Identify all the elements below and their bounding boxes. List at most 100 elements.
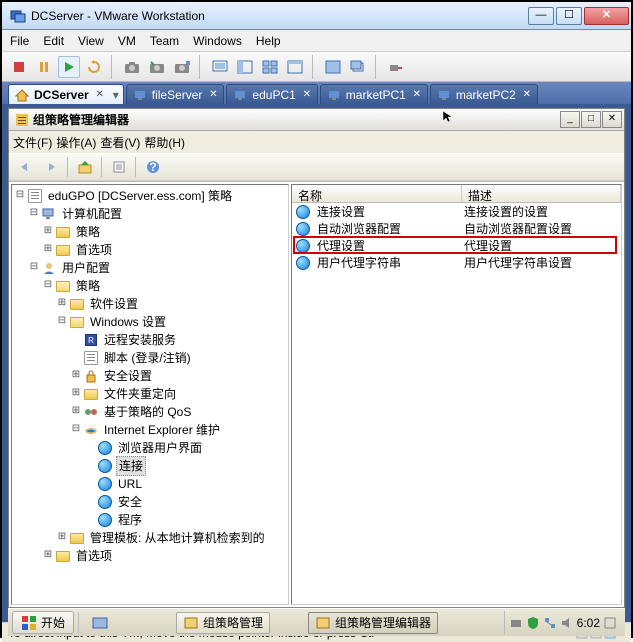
snapshot-mgr-icon[interactable]: [171, 56, 193, 78]
mmc-maximize-button[interactable]: □: [581, 111, 601, 128]
tab-marketpc2[interactable]: marketPC2 ✕: [430, 84, 538, 104]
tab-close-icon[interactable]: ✕: [301, 89, 313, 101]
vm-icon: [437, 88, 451, 102]
menu-file[interactable]: File: [10, 34, 29, 48]
forward-icon[interactable]: [39, 156, 63, 178]
vmware-titlebar: DCServer - VMware Workstation — ☐ ✕: [2, 2, 631, 30]
play-icon[interactable]: [58, 56, 80, 78]
tree-item[interactable]: R远程安装服务: [14, 331, 288, 349]
tree-item[interactable]: 浏览器用户界面: [14, 439, 288, 457]
gpo-title: 组策略管理编辑器: [33, 111, 559, 128]
mmc-minimize-button[interactable]: _: [560, 111, 580, 128]
mmc-close-button[interactable]: ✕: [602, 111, 622, 128]
tree-item[interactable]: 安全: [14, 493, 288, 511]
tree-computer-cfg[interactable]: ⊟计算机配置: [14, 205, 288, 223]
volume-icon[interactable]: [560, 616, 574, 630]
up-level-icon[interactable]: [73, 156, 97, 178]
tree-item[interactable]: ⊞管理模板: 从本地计算机检索到的: [14, 529, 288, 547]
mmc-menu-action[interactable]: 操作(A): [56, 134, 96, 151]
tree-connection[interactable]: 连接: [14, 457, 288, 475]
tab-close-icon[interactable]: ✕: [411, 89, 423, 101]
thumbnail-icon[interactable]: [259, 56, 281, 78]
vmware-toolbar: [2, 52, 631, 82]
vmware-title: DCServer - VMware Workstation: [31, 9, 528, 23]
vm-viewport[interactable]: 组策略管理编辑器 _ □ ✕ 文件(F) 操作(A) 查看(V) 帮助(H) ?: [2, 104, 631, 622]
tree-item[interactable]: ⊞文件夹重定向: [14, 385, 288, 403]
snapshot-icon[interactable]: [121, 56, 143, 78]
mmc-menubar: 文件(F) 操作(A) 查看(V) 帮助(H): [9, 131, 624, 153]
close-button[interactable]: ✕: [584, 7, 629, 25]
task-gpeditor[interactable]: 组策略管理编辑器: [308, 612, 438, 634]
list-header: 名称 描述: [292, 185, 621, 203]
sidebar-icon[interactable]: [234, 56, 256, 78]
quickswitch-icon[interactable]: [284, 56, 306, 78]
list-item[interactable]: 代理设置代理设置: [292, 237, 621, 254]
maximize-button[interactable]: ☐: [556, 7, 582, 25]
clock[interactable]: 6:02: [577, 616, 600, 630]
tree-item[interactable]: ⊞基于策略的 QoS: [14, 403, 288, 421]
tab-marketpc1[interactable]: marketPC1 ✕: [320, 84, 428, 104]
col-desc[interactable]: 描述: [462, 185, 621, 202]
col-name[interactable]: 名称: [292, 185, 462, 202]
tray-icon[interactable]: [509, 616, 523, 630]
network-icon[interactable]: [543, 616, 557, 630]
reset-icon[interactable]: [83, 56, 105, 78]
tab-close-icon[interactable]: ✕: [94, 89, 106, 101]
tree-item[interactable]: ⊞策略: [14, 223, 288, 241]
help-icon[interactable]: ?: [141, 156, 165, 178]
vmware-icon: [10, 8, 26, 24]
mmc-menu-file[interactable]: 文件(F): [13, 134, 52, 151]
list-item[interactable]: 连接设置连接设置的设置: [292, 203, 621, 220]
back-icon[interactable]: [13, 156, 37, 178]
tree-item[interactable]: ⊞安全设置: [14, 367, 288, 385]
menu-view[interactable]: View: [78, 34, 104, 48]
tree-item[interactable]: ⊟策略: [14, 277, 288, 295]
start-button[interactable]: 开始: [12, 611, 74, 634]
tab-edupc1[interactable]: eduPC1 ✕: [226, 84, 317, 104]
tree-user-cfg[interactable]: ⊟用户配置: [14, 259, 288, 277]
tray-icon[interactable]: [603, 616, 617, 630]
security-icon[interactable]: [526, 616, 540, 630]
tree-pane[interactable]: ⊟eduGPO [DCServer.ess.com] 策略 ⊟计算机配置 ⊞策略…: [11, 184, 289, 605]
tab-dcserver[interactable]: DCServer ✕ ▾: [8, 84, 124, 104]
tree-item[interactable]: 脚本 (登录/注销): [14, 349, 288, 367]
gpo-icon: [14, 112, 30, 128]
tree-item[interactable]: ⊞首选项: [14, 547, 288, 565]
tree-ie-maint[interactable]: ⊟Internet Explorer 维护: [14, 421, 288, 439]
menu-team[interactable]: Team: [150, 34, 179, 48]
unity-icon[interactable]: [347, 56, 369, 78]
vm-icon: [327, 88, 341, 102]
menu-edit[interactable]: Edit: [43, 34, 64, 48]
tree-item[interactable]: URL: [14, 475, 288, 493]
vm-tabs: DCServer ✕ ▾ fileServer ✕ eduPC1 ✕ marke…: [2, 82, 631, 104]
minimize-button[interactable]: —: [528, 7, 554, 25]
mmc-menu-view[interactable]: 查看(V): [100, 134, 140, 151]
fullscreen-icon[interactable]: [322, 56, 344, 78]
mmc-menu-help[interactable]: 帮助(H): [144, 134, 185, 151]
tab-close-icon[interactable]: ✕: [207, 89, 219, 101]
properties-icon[interactable]: [107, 156, 131, 178]
list-item[interactable]: 用户代理字符串用户代理字符串设置: [292, 254, 621, 271]
gpo-editor-window: 组策略管理编辑器 _ □ ✕ 文件(F) 操作(A) 查看(V) 帮助(H) ?: [8, 108, 625, 608]
revert-icon[interactable]: [146, 56, 168, 78]
menu-vm[interactable]: VM: [118, 34, 136, 48]
menu-windows[interactable]: Windows: [193, 34, 242, 48]
tree-item[interactable]: ⊞软件设置: [14, 295, 288, 313]
tree-item[interactable]: ⊞首选项: [14, 241, 288, 259]
tree-item[interactable]: ⊟Windows 设置: [14, 313, 288, 331]
show-desktop-icon[interactable]: [92, 615, 108, 631]
list-pane[interactable]: 名称 描述 连接设置连接设置的设置 自动浏览器配置自动浏览器配置设置 代理设置代…: [291, 184, 622, 605]
show-console-icon[interactable]: [209, 56, 231, 78]
task-gpmc[interactable]: 组策略管理: [176, 612, 270, 634]
tab-close-icon[interactable]: ✕: [521, 89, 533, 101]
power-off-icon[interactable]: [8, 56, 30, 78]
vmware-menubar: File Edit View VM Team Windows Help: [2, 30, 631, 52]
pause-icon[interactable]: [33, 56, 55, 78]
menu-help[interactable]: Help: [256, 34, 281, 48]
list-item[interactable]: 自动浏览器配置自动浏览器配置设置: [292, 220, 621, 237]
tree-item[interactable]: 程序: [14, 511, 288, 529]
tree-root[interactable]: ⊟eduGPO [DCServer.ess.com] 策略: [14, 187, 288, 205]
gpo-titlebar: 组策略管理编辑器 _ □ ✕: [9, 109, 624, 131]
connect-device-icon[interactable]: [385, 56, 407, 78]
tab-fileserver[interactable]: fileServer ✕: [126, 84, 225, 104]
